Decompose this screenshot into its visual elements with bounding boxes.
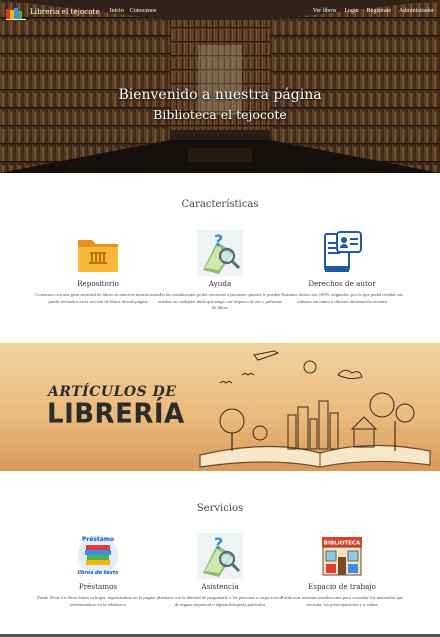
loan-icon-text1: Préstamo: [82, 536, 114, 543]
navbar: Libreria el tejocote Inicio Conocenos Ve…: [0, 0, 440, 22]
service-description: Puede llevar los libros hasta su hogar, …: [37, 595, 159, 607]
hero-section: Bienvenido a nuestra página Biblioteca e…: [0, 0, 440, 173]
service-title: Espacio de trabajo: [308, 582, 376, 591]
banner-line2: LIBRERÍA: [47, 398, 185, 430]
copyright-book-icon: [319, 230, 365, 276]
library-building-icon: BIBLIOTECA: [319, 533, 365, 579]
service-asistencia: ? Asistencia Sientase con la libertad de…: [155, 533, 285, 608]
feature-ayuda: ? Ayuda En las instalaciones podrá encon…: [155, 230, 285, 312]
svg-text:?: ?: [214, 534, 223, 553]
service-description: Sientase con la libertad de preguntarle …: [157, 595, 283, 607]
features-title: Características: [181, 199, 259, 210]
svg-text:?: ?: [214, 231, 223, 250]
feature-title: Ayuda: [208, 279, 232, 288]
loan-icon: Préstamo libros de texto: [75, 533, 121, 579]
service-description: Puede usar nuestras instalaciones para c…: [280, 595, 404, 607]
nav-link-login[interactable]: Login: [344, 8, 358, 14]
feature-description: Contamos con una gran variedad de libros…: [35, 292, 161, 304]
hero-subtitle: Biblioteca el tejocote: [153, 107, 287, 122]
help-icon: ?: [197, 230, 243, 276]
feature-description: Nuestros títulos son 100% originales, po…: [281, 292, 403, 304]
service-title: Asistencia: [201, 582, 239, 591]
feature-description: En las instalaciones podrá encontrar a p…: [157, 292, 283, 311]
hero-title: Bienvenido a nuestra página: [118, 87, 322, 103]
feature-derechos: Derechos de autor Nuestros títulos son 1…: [277, 230, 407, 305]
nav-link-conocenos[interactable]: Conocenos: [130, 8, 157, 14]
services-title: Servicios: [196, 503, 244, 514]
feature-repositorio: Repositorio Contamos con una gran varied…: [33, 230, 163, 305]
feature-title: Repositorio: [77, 279, 119, 288]
brand-logo-icon[interactable]: [6, 5, 26, 20]
library-sign-text: BIBLIOTECA: [324, 541, 361, 547]
nav-link-ver-libros[interactable]: Ver libros: [313, 8, 337, 14]
navbar-right: Ver libros Login Registrate Administrado…: [305, 8, 434, 14]
nav-link-administrador[interactable]: Administrador: [399, 8, 434, 14]
nav-link-registrate[interactable]: Registrate: [367, 8, 391, 14]
folder-icon: [75, 230, 121, 276]
service-title: Préstamos: [78, 582, 118, 591]
articulos-banner: ARTÍCULOS DE LIBRERÍA: [0, 343, 440, 471]
feature-title: Derechos de autor: [308, 279, 376, 288]
loan-icon-text2: libros de texto: [77, 570, 119, 576]
nav-link-inicio[interactable]: Inicio: [110, 8, 124, 14]
service-espacio: BIBLIOTECA Espacio de trabajo Puede usar…: [277, 533, 407, 608]
service-prestamos: Préstamo libros de texto Préstamos Puede…: [33, 533, 163, 608]
help-icon: ?: [197, 533, 243, 579]
brand-link[interactable]: Libreria el tejocote: [30, 7, 100, 16]
